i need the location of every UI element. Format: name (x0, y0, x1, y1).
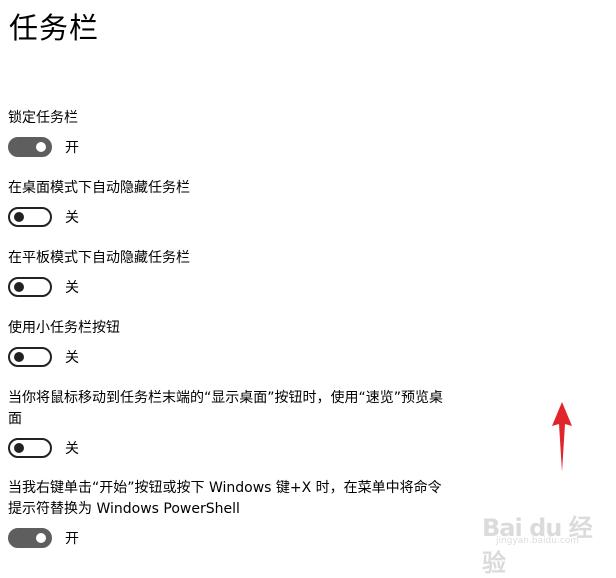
toggle-knob (14, 282, 24, 292)
toggle-row: 关 (8, 437, 448, 459)
watermark-url: jingyan.baidu.com (496, 536, 580, 546)
setting-label: 在平板模式下自动隐藏任务栏 (8, 250, 190, 266)
toggle-knob (14, 212, 24, 222)
setting-label: 当我右键单击“开始”按钮或按下 Windows 键+X 时，在菜单中将命令提示符… (8, 480, 442, 517)
setting-peek-preview: 当你将鼠标移动到任务栏末端的“显示桌面”按钮时，使用“速览”预览桌面 关 (8, 388, 448, 459)
setting-label: 在桌面模式下自动隐藏任务栏 (8, 180, 190, 196)
small-buttons-toggle[interactable] (8, 347, 52, 367)
setting-small-buttons: 使用小任务栏按钮 关 (8, 318, 468, 368)
watermark: Bai du 经验 jingyan.baidu.com (482, 508, 602, 577)
toggle-row: 开 (8, 527, 448, 549)
red-arrow-up-icon (552, 402, 572, 472)
setting-autohide-desktop: 在桌面模式下自动隐藏任务栏 关 (8, 178, 468, 228)
page-title: 任务栏 (9, 11, 100, 45)
powershell-toggle[interactable] (8, 528, 52, 548)
toggle-row: 关 (8, 346, 468, 368)
toggle-knob (36, 533, 46, 543)
setting-autohide-tablet: 在平板模式下自动隐藏任务栏 关 (8, 248, 468, 298)
toggle-knob (14, 352, 24, 362)
toggle-state-text: 关 (65, 350, 79, 366)
setting-powershell: 当我右键单击“开始”按钮或按下 Windows 键+X 时，在菜单中将命令提示符… (8, 478, 448, 549)
setting-label: 当你将鼠标移动到任务栏末端的“显示桌面”按钮时，使用“速览”预览桌面 (8, 390, 444, 427)
toggle-state-text: 开 (65, 140, 79, 156)
toggle-state-text: 关 (65, 280, 79, 296)
setting-label: 锁定任务栏 (8, 110, 78, 126)
setting-lock-taskbar: 锁定任务栏 开 (8, 108, 468, 158)
toggle-state-text: 关 (65, 441, 79, 457)
setting-label: 使用小任务栏按钮 (8, 320, 120, 336)
toggle-state-text: 开 (65, 531, 79, 547)
toggle-state-text: 关 (65, 210, 79, 226)
lock-taskbar-toggle[interactable] (8, 137, 52, 157)
toggle-knob (36, 142, 46, 152)
toggle-row: 关 (8, 276, 468, 298)
toggle-row: 开 (8, 136, 468, 158)
arrow-shape (552, 402, 572, 472)
peek-preview-toggle[interactable] (8, 438, 52, 458)
toggle-knob (14, 443, 24, 453)
autohide-tablet-toggle[interactable] (8, 277, 52, 297)
autohide-desktop-toggle[interactable] (8, 207, 52, 227)
toggle-row: 关 (8, 206, 468, 228)
